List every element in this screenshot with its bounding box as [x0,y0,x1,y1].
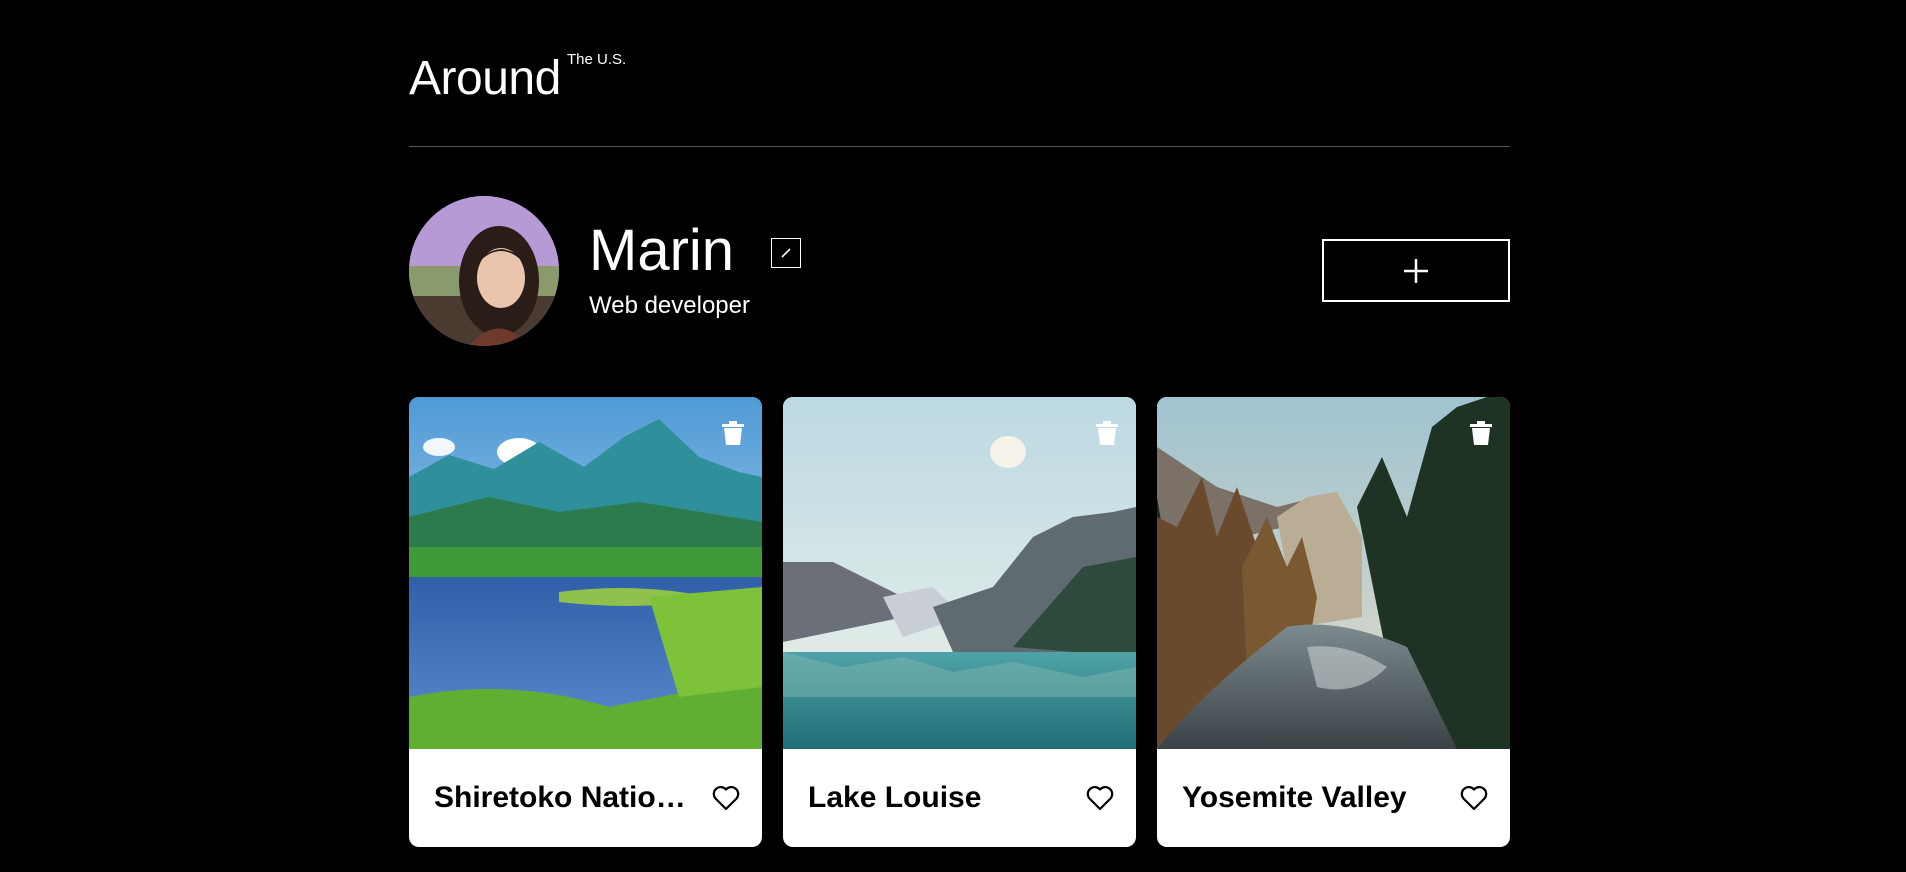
logo-main-text: Around [409,52,561,105]
cards-grid: Shiretoko National Park [409,397,1510,847]
avatar-image [409,196,559,346]
add-card-button[interactable] [1322,239,1510,302]
heart-icon[interactable] [1460,785,1488,811]
card-image[interactable] [409,397,762,749]
card-image[interactable] [1157,397,1510,749]
header: Around The U.S. [409,50,1510,147]
card-title: Yosemite Valley [1182,781,1407,814]
card-image-landscape [783,397,1136,749]
profile-name: Marin [589,218,735,283]
profile-section: Marin Web developer [409,196,1510,346]
card-title: Shiretoko National Park [434,781,704,814]
page: Around The U.S. Marin Web developer Shir… [0,0,1906,872]
heart-icon[interactable] [712,785,740,811]
plus-icon [1404,258,1428,283]
card-footer: Shiretoko National Park [409,749,762,847]
trash-icon[interactable] [722,421,744,445]
card: Lake Louise [783,397,1136,847]
card-footer: Lake Louise [783,749,1136,847]
trash-icon[interactable] [1096,421,1118,445]
logo-superscript: The U.S. [567,51,627,68]
card: Shiretoko National Park [409,397,762,847]
logo: Around The U.S. [409,50,626,108]
card-image-landscape [409,397,762,749]
edit-profile-button[interactable] [771,238,801,268]
heart-icon[interactable] [1086,785,1114,811]
pencil-icon [781,248,791,258]
card-footer: Yosemite Valley [1157,749,1510,847]
card-image[interactable] [783,397,1136,749]
avatar [409,196,559,346]
card-title: Lake Louise [808,781,982,814]
trash-icon[interactable] [1470,421,1492,445]
card: Yosemite Valley [1157,397,1510,847]
profile-job: Web developer [589,292,750,319]
card-image-landscape [1157,397,1510,749]
